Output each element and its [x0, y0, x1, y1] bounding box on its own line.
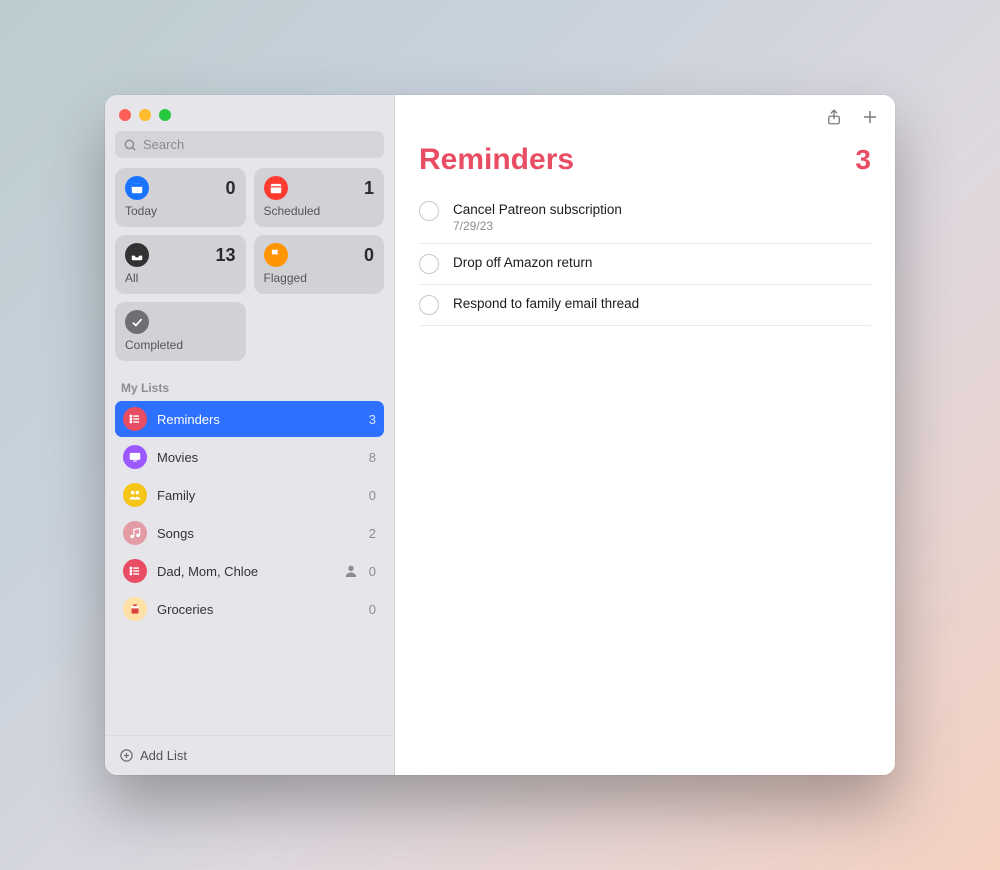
toolbar: [395, 95, 895, 139]
task-title: Cancel Patreon subscription: [453, 201, 871, 217]
task-title: Respond to family email thread: [453, 295, 871, 311]
minimize-window[interactable]: [139, 109, 151, 121]
search-icon: [123, 138, 137, 152]
search-field[interactable]: [115, 131, 384, 158]
sidebar: 0 Today 1 Scheduled 13: [105, 95, 395, 775]
lists: Reminders 3 Movies 8 Family 0 Songs 2 Dad, Mom, …: [105, 401, 394, 735]
complete-toggle[interactable]: [419, 295, 439, 315]
smart-scheduled[interactable]: 1 Scheduled: [254, 168, 385, 227]
smart-flagged-label: Flagged: [264, 271, 375, 285]
list-item-dad-mom-chloe[interactable]: Dad, Mom, Chloe 0: [115, 553, 384, 589]
smart-flagged-count: 0: [364, 245, 374, 266]
calendar-today-icon: [125, 176, 149, 200]
list-item-family[interactable]: Family 0: [115, 477, 384, 513]
task-date: 7/29/23: [453, 219, 871, 233]
smart-flagged[interactable]: 0 Flagged: [254, 235, 385, 294]
complete-toggle[interactable]: [419, 201, 439, 221]
list-title: Reminders: [419, 143, 574, 177]
family-icon: [123, 483, 147, 507]
music-icon: [123, 521, 147, 545]
task-row[interactable]: Cancel Patreon subscription 7/29/23: [419, 191, 871, 244]
smart-scheduled-count: 1: [364, 178, 374, 199]
list-name: Dad, Mom, Chloe: [157, 564, 333, 579]
list-name: Movies: [157, 450, 359, 465]
list-item-reminders[interactable]: Reminders 3: [115, 401, 384, 437]
zoom-window[interactable]: [159, 109, 171, 121]
list-count: 0: [369, 564, 376, 579]
smart-today-count: 0: [225, 178, 235, 199]
add-list-button[interactable]: Add List: [105, 735, 394, 775]
list-count: 8: [369, 450, 376, 465]
list-item-movies[interactable]: Movies 8: [115, 439, 384, 475]
search-input[interactable]: [143, 137, 376, 152]
smart-all-label: All: [125, 271, 236, 285]
list-count: 0: [369, 602, 376, 617]
task-body: Cancel Patreon subscription 7/29/23: [453, 201, 871, 233]
my-lists-header: My Lists: [105, 361, 394, 401]
list-icon: [123, 407, 147, 431]
list-name: Family: [157, 488, 359, 503]
list-count: 3: [855, 144, 871, 176]
task-body: Respond to family email thread: [453, 295, 871, 311]
smart-all[interactable]: 13 All: [115, 235, 246, 294]
list-name: Groceries: [157, 602, 359, 617]
smart-completed-label: Completed: [125, 338, 236, 352]
tasks: Cancel Patreon subscription 7/29/23 Drop o…: [395, 187, 895, 330]
list-icon: [123, 559, 147, 583]
list-count: 3: [369, 412, 376, 427]
close-window[interactable]: [119, 109, 131, 121]
list-name: Reminders: [157, 412, 359, 427]
window-controls: [105, 95, 394, 131]
smart-all-count: 13: [215, 245, 235, 266]
plus-circle-icon: [119, 748, 134, 763]
task-title: Drop off Amazon return: [453, 254, 871, 270]
add-reminder-button[interactable]: [861, 108, 879, 126]
shared-icon: [343, 563, 359, 579]
list-name: Songs: [157, 526, 359, 541]
add-list-label: Add List: [140, 748, 187, 763]
smart-completed[interactable]: Completed: [115, 302, 246, 361]
task-row[interactable]: Respond to family email thread: [419, 285, 871, 326]
smart-today[interactable]: 0 Today: [115, 168, 246, 227]
smart-today-label: Today: [125, 204, 236, 218]
list-item-songs[interactable]: Songs 2: [115, 515, 384, 551]
complete-toggle[interactable]: [419, 254, 439, 274]
task-body: Drop off Amazon return: [453, 254, 871, 270]
list-count: 0: [369, 488, 376, 503]
flag-icon: [264, 243, 288, 267]
smart-lists: 0 Today 1 Scheduled 13: [105, 168, 394, 361]
list-item-groceries[interactable]: Groceries 0: [115, 591, 384, 627]
main-panel: Reminders 3 Cancel Patreon subscription 7…: [395, 95, 895, 775]
task-row[interactable]: Drop off Amazon return: [419, 244, 871, 285]
share-button[interactable]: [825, 107, 843, 127]
groceries-icon: [123, 597, 147, 621]
list-count: 2: [369, 526, 376, 541]
checkmark-icon: [125, 310, 149, 334]
smart-scheduled-label: Scheduled: [264, 204, 375, 218]
display-icon: [123, 445, 147, 469]
tray-icon: [125, 243, 149, 267]
calendar-icon: [264, 176, 288, 200]
reminders-window: 0 Today 1 Scheduled 13: [105, 95, 895, 775]
